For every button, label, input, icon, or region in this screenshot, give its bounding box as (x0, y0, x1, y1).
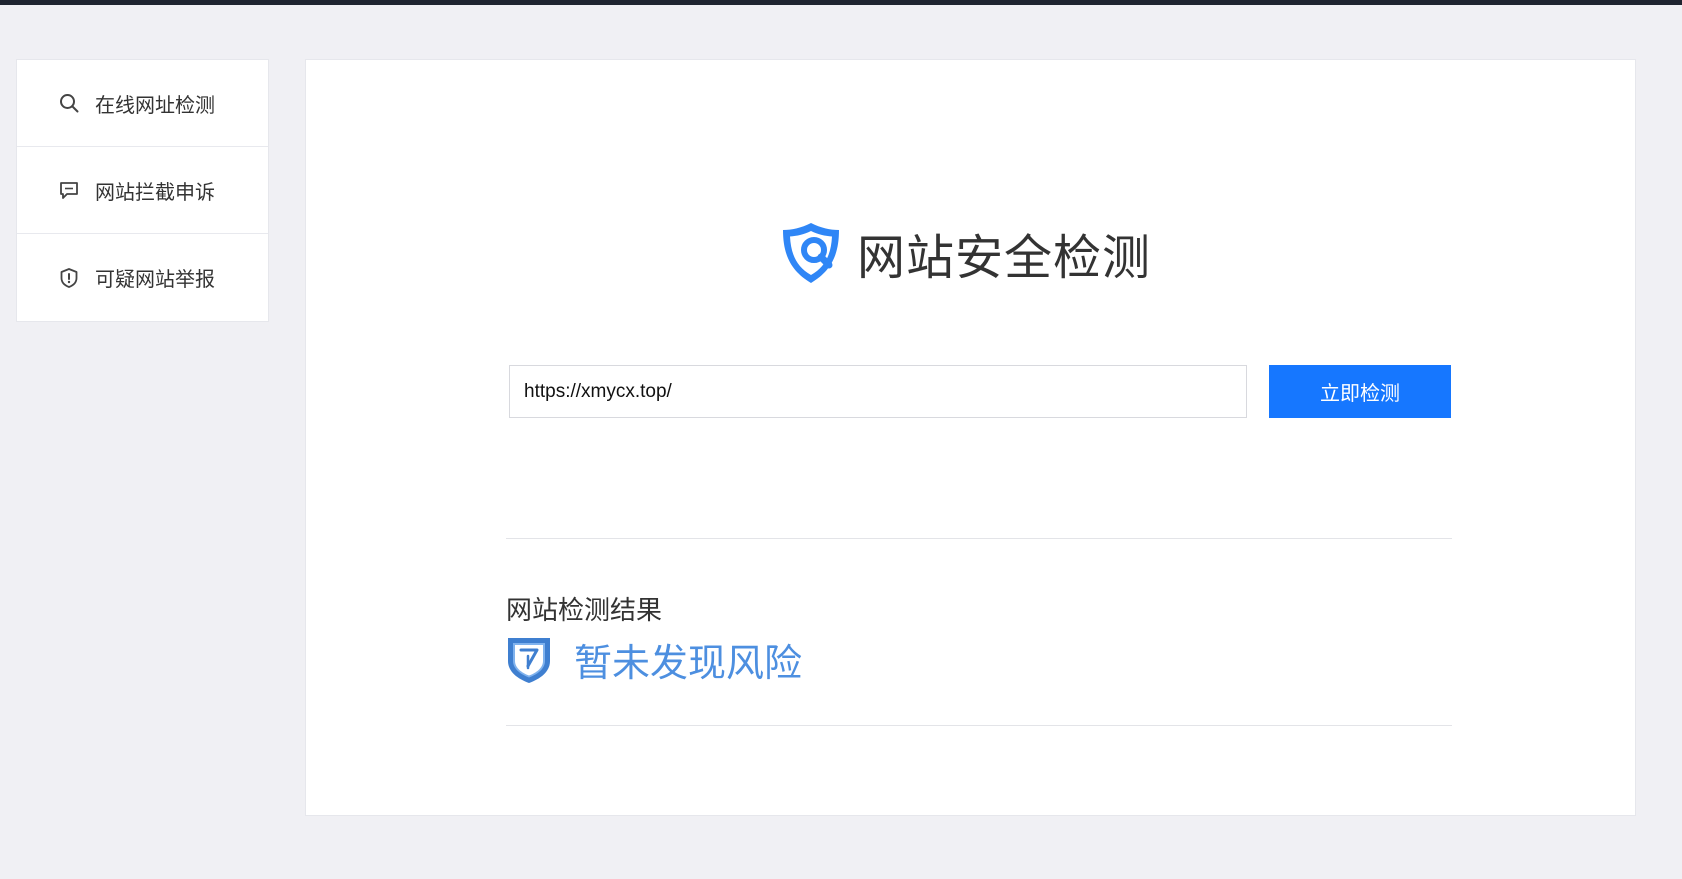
shield-alert-icon (57, 266, 81, 290)
sidebar-item-report[interactable]: 可疑网站举报 (17, 234, 268, 321)
search-icon (57, 91, 81, 115)
sidebar-item-label: 网站拦截申诉 (95, 179, 215, 204)
divider (506, 538, 1452, 539)
chat-icon (57, 178, 81, 202)
sidebar: 在线网址检测 网站拦截申诉 可疑网站举报 (16, 59, 269, 322)
page-title: 网站安全检测 (857, 230, 1152, 286)
sidebar-item-label: 在线网址检测 (95, 92, 215, 117)
url-input[interactable] (509, 365, 1247, 418)
result-status-row: 暂未发现风险 (506, 632, 802, 687)
result-title: 网站检测结果 (506, 596, 663, 626)
safe-shield-icon (508, 637, 550, 683)
check-now-button[interactable]: 立即检测 (1269, 365, 1451, 418)
sidebar-item-url-check[interactable]: 在线网址检测 (17, 60, 268, 147)
shield-search-logo-icon (783, 223, 839, 283)
sidebar-item-appeal[interactable]: 网站拦截申诉 (17, 147, 268, 234)
result-status-text: 暂未发现风险 (574, 641, 803, 685)
divider (506, 725, 1452, 726)
brand-header: 网站安全检测 (777, 218, 1151, 288)
sidebar-item-label: 可疑网站举报 (95, 267, 215, 291)
top-bar (0, 0, 1682, 5)
main-card: 网站安全检测 立即检测 网站检测结果 暂未发现风险 (305, 59, 1636, 816)
